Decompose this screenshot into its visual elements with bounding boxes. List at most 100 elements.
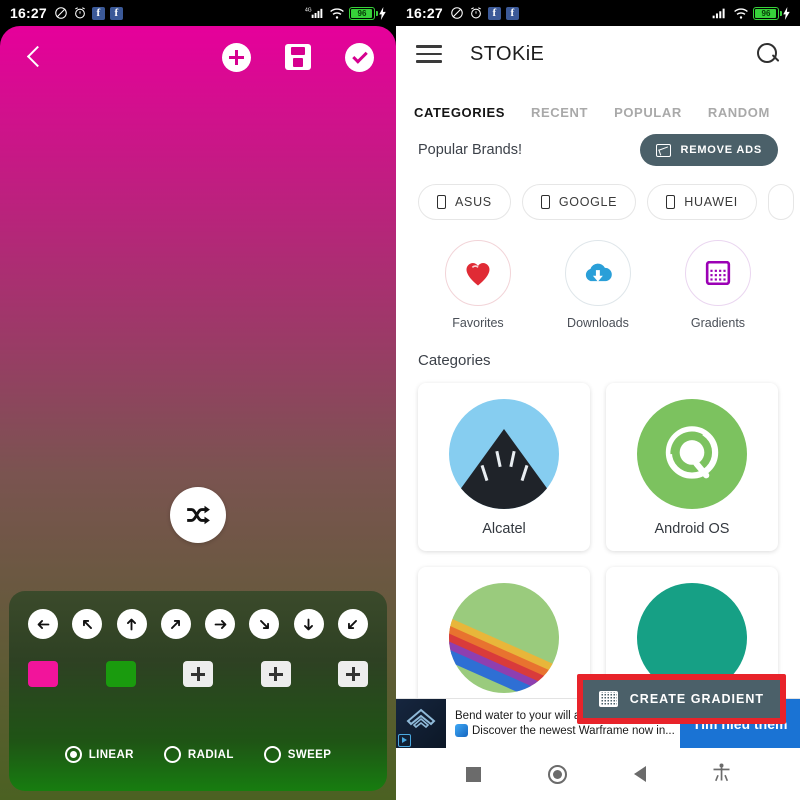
arrow-icon (214, 619, 227, 629)
brand-chip-partial[interactable] (767, 184, 794, 220)
radio-label: LINEAR (88, 748, 134, 761)
menu-icon[interactable] (416, 45, 442, 63)
direction-down-right[interactable] (249, 609, 280, 639)
heart-icon (466, 262, 490, 286)
add-color-5[interactable] (338, 661, 368, 687)
brand-chip-asus[interactable]: ASUS (418, 184, 511, 220)
add-color-3[interactable] (183, 661, 213, 687)
status-time: 16:27 (10, 5, 47, 21)
radio-label: SWEEP (287, 748, 332, 761)
back-button[interactable] (22, 44, 48, 70)
check-icon (351, 47, 368, 64)
dual-phone-screenshot: 16:27 f f 4G 96 LINEAR RADIAL SWEEP 16:2… (0, 0, 800, 800)
add-color-button[interactable] (222, 42, 251, 72)
phone-icon (540, 195, 550, 209)
gradient-type-radio-group: LINEAR RADIAL SWEEP (25, 746, 371, 763)
popular-brands-title: Popular Brands! (418, 142, 522, 158)
wifi-icon (329, 7, 345, 20)
accessibility-icon[interactable] (713, 763, 730, 785)
facebook-icon: f (505, 6, 519, 20)
gradient-grid-icon (598, 691, 618, 707)
facebook-icon: f (487, 6, 501, 20)
direction-up[interactable] (116, 609, 147, 639)
phone-icon (437, 195, 446, 209)
signal-4g-icon: 4G (305, 6, 325, 20)
recents-square-icon[interactable] (465, 766, 481, 782)
app-bar: STOKiE (396, 26, 800, 82)
arrow-icon (171, 619, 181, 629)
alcatel-thumbnail (449, 399, 559, 509)
facebook-icon: f (91, 6, 105, 20)
quick-action-favorites[interactable]: Favorites (418, 240, 538, 330)
shuffle-button[interactable] (170, 487, 226, 543)
remove-ads-label: REMOVE ADS (680, 144, 762, 156)
category-card-android-os[interactable]: Android OS (606, 383, 778, 551)
facebook-icon: f (109, 6, 123, 20)
direction-up-left[interactable] (72, 609, 103, 639)
brand-chip-label: HUAWEI (684, 195, 738, 209)
gradient-type-linear[interactable]: LINEAR (64, 746, 134, 763)
android-q-logo-icon (665, 426, 719, 479)
brand-chip-huawei[interactable]: HUAWEI (647, 184, 757, 220)
direction-row (25, 609, 371, 639)
brand-chip-google[interactable]: GOOGLE (521, 184, 637, 220)
alarm-icon (469, 6, 483, 20)
quick-action-label: Favorites (452, 316, 504, 330)
left-status-bar: 16:27 f f 4G 96 (0, 0, 396, 26)
category-card-alcatel[interactable]: Alcatel (418, 383, 590, 551)
direction-down[interactable] (293, 609, 324, 639)
stokie-app-body: STOKiE CATEGORIES RECENT POPULAR RANDOM Pop… (396, 26, 800, 800)
direction-up-right[interactable] (160, 609, 191, 639)
wifi-icon (733, 7, 749, 20)
tab-bar: CATEGORIES RECENT POPULAR RANDOM (396, 82, 800, 120)
categories-section-title: Categories (418, 352, 491, 369)
category-card-rainbow[interactable] (418, 567, 590, 719)
remove-ads-button[interactable]: REMOVE ADS (640, 134, 778, 166)
color-swatch-row (25, 661, 371, 687)
tab-random[interactable]: RANDOM (708, 105, 770, 120)
arrow-icon (82, 619, 92, 629)
radio-label: RADIAL (187, 748, 234, 761)
color-swatch-1[interactable] (28, 661, 58, 687)
tab-recent[interactable]: RECENT (531, 105, 588, 120)
create-gradient-button[interactable]: CREATE GRADIENT (582, 680, 780, 718)
ad-line-2: Discover the newest Warframe now in... (455, 724, 675, 737)
editor-toolbar (0, 26, 396, 88)
image-icon (656, 143, 672, 157)
search-icon[interactable] (756, 42, 780, 66)
quick-action-gradients[interactable]: Gradients (658, 240, 778, 330)
apply-button[interactable] (345, 42, 374, 72)
direction-down-left[interactable] (337, 609, 368, 639)
quick-action-label: Downloads (567, 316, 629, 330)
color-swatch-2[interactable] (105, 661, 136, 687)
gradient-type-sweep[interactable]: SWEEP (263, 746, 332, 763)
add-color-4[interactable] (260, 661, 291, 687)
radio-indicator (64, 746, 82, 763)
battery-icon: 96 (753, 6, 782, 20)
tab-categories[interactable]: CATEGORIES (414, 105, 505, 120)
battery-icon: 96 (349, 6, 378, 20)
android-thumbnail (637, 399, 747, 509)
popular-brands-header: Popular Brands! REMOVE ADS (396, 120, 800, 166)
brand-chip-label: ASUS (455, 195, 492, 209)
app-title: STOKiE (470, 42, 545, 65)
phone-icon (666, 195, 676, 209)
mute-icon (450, 6, 464, 20)
cloud-download-icon (585, 263, 612, 282)
quick-action-label: Gradients (690, 316, 746, 330)
battery-level: 96 (357, 8, 367, 18)
signal-icon (712, 6, 729, 20)
direction-left[interactable] (28, 609, 58, 639)
radio-indicator (263, 746, 281, 763)
direction-right[interactable] (205, 609, 236, 639)
back-triangle-icon[interactable] (634, 766, 647, 782)
arrow-icon (304, 618, 314, 630)
quick-action-downloads[interactable]: Downloads (538, 240, 658, 330)
gradient-type-radial[interactable]: RADIAL (163, 746, 234, 763)
radio-indicator (163, 746, 181, 763)
arrow-icon (348, 619, 358, 629)
shuffle-icon (187, 505, 210, 525)
tab-popular[interactable]: POPULAR (614, 105, 682, 120)
home-circle-icon[interactable] (547, 764, 567, 784)
save-button[interactable] (285, 44, 311, 70)
